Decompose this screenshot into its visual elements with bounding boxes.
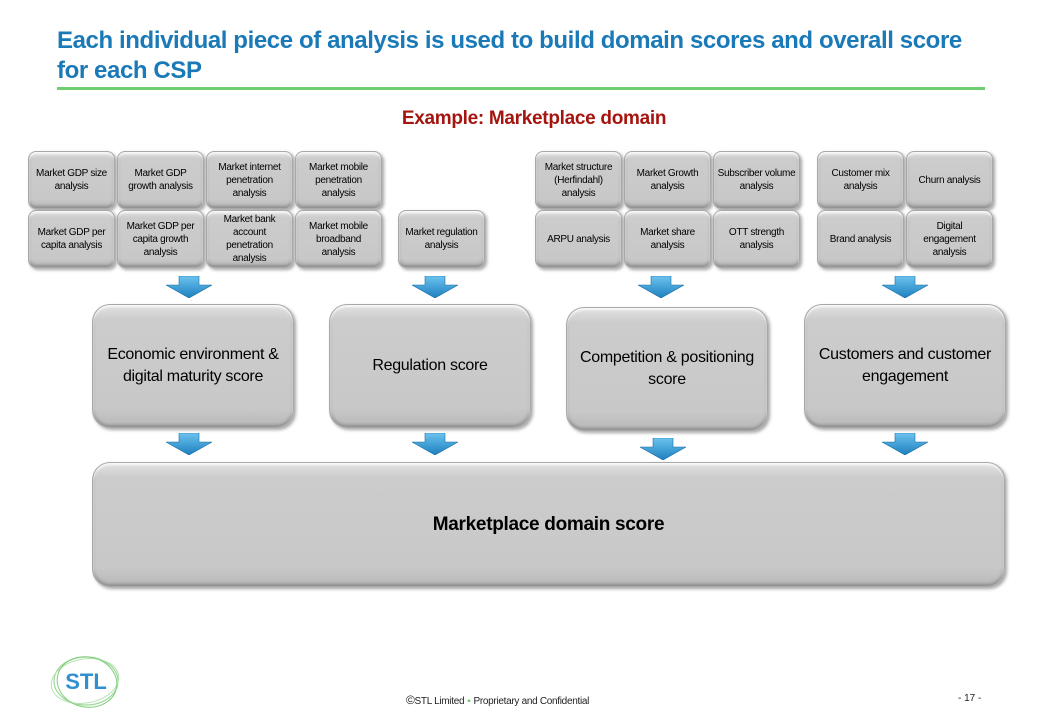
analysis-box-market-mobile-penetration: Market mobile penetration analysis <box>295 151 382 209</box>
down-arrow-icon <box>166 433 212 455</box>
down-arrow-icon <box>638 276 684 298</box>
analysis-box-churn: Churn analysis <box>906 151 993 209</box>
analysis-box-arpu: ARPU analysis <box>535 210 622 268</box>
analysis-box-ott-strength: OTT strength analysis <box>713 210 800 268</box>
copyright-icon: © <box>406 693 415 707</box>
analysis-box-market-gdp-per-capita: Market GDP per capita analysis <box>28 210 115 268</box>
down-arrow-icon <box>882 433 928 455</box>
stl-logo: STL <box>50 656 120 708</box>
footer-copyright: ©STL Limited ▪ Proprietary and Confidentia… <box>406 693 589 707</box>
down-arrow-icon <box>640 438 686 460</box>
analysis-box-digital-engagement: Digital engagement analysis <box>906 210 993 268</box>
analysis-box-market-gdp-growth: Market GDP growth analysis <box>117 151 204 209</box>
down-arrow-icon <box>166 276 212 298</box>
analysis-box-market-structure: Market structure (Herfindahl) analysis <box>535 151 622 209</box>
down-arrow-icon <box>412 276 458 298</box>
title-divider <box>57 87 985 90</box>
domain-score-competition: Competition & positioning score <box>566 307 768 431</box>
down-arrow-icon <box>882 276 928 298</box>
domain-score-economic: Economic environment & digital maturity … <box>92 304 294 428</box>
analysis-box-subscriber-volume: Subscriber volume analysis <box>713 151 800 209</box>
footer-company: STL Limited <box>414 696 465 707</box>
slide-title: Each individual piece of analysis is use… <box>57 27 962 84</box>
footer-confidentiality: Proprietary and Confidential <box>473 696 590 707</box>
domain-score-customers: Customers and customer engagement <box>804 304 1006 428</box>
analysis-box-market-gdp-size: Market GDP size analysis <box>28 151 115 209</box>
analysis-box-market-bank-account-penetration: Market bank account penetration analysis <box>206 210 293 268</box>
analysis-box-market-internet-penetration: Market internet penetration analysis <box>206 151 293 209</box>
analysis-box-market-mobile-broadband: Market mobile broadband analysis <box>295 210 382 268</box>
analysis-box-market-growth: Market Growth analysis <box>624 151 711 209</box>
domain-score-regulation: Regulation score <box>329 304 531 428</box>
down-arrow-icon <box>412 433 458 455</box>
logo-text: STL <box>65 669 107 694</box>
analysis-box-customer-mix: Customer mix analysis <box>817 151 904 209</box>
analysis-box-market-share: Market share analysis <box>624 210 711 268</box>
analysis-box-brand: Brand analysis <box>817 210 904 268</box>
slide-subtitle: Example: Marketplace domain <box>401 108 667 129</box>
analysis-box-market-gdp-per-capita-growth: Market GDP per capita growth analysis <box>117 210 204 268</box>
overall-domain-score: Marketplace domain score <box>92 462 1005 587</box>
page-number: - 17 - <box>958 693 982 704</box>
analysis-box-market-regulation: Market regulation analysis <box>398 210 485 268</box>
footer-separator: ▪ <box>467 696 471 707</box>
